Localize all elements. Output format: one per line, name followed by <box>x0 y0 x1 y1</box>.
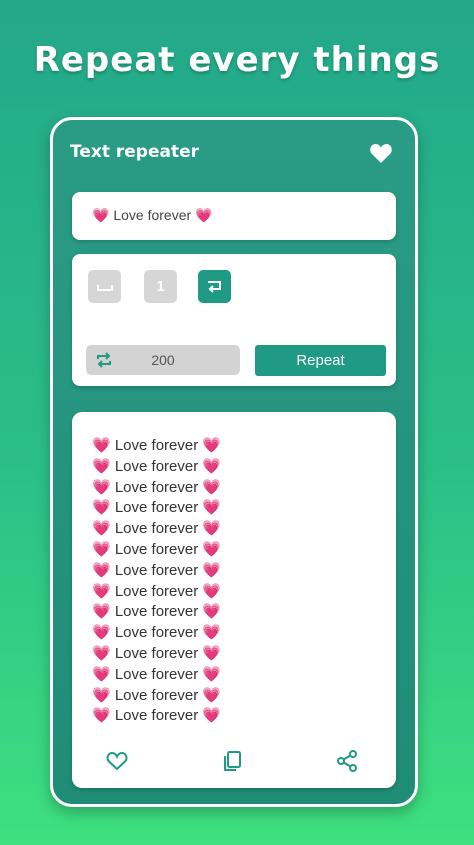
output-line: 💗 Love forever 💗 <box>92 478 222 496</box>
new-line-option-button[interactable] <box>198 270 231 303</box>
repeat-count-field[interactable]: 200 <box>86 345 240 375</box>
output-line: 💗 Love forever 💗 <box>92 437 222 454</box>
text-input[interactable]: 💗 Love forever 💗 <box>92 207 212 224</box>
output-line: 💗 Love forever 💗 <box>92 707 222 725</box>
space-bar-icon <box>96 284 113 291</box>
output-line: 💗 Love forever 💗 <box>92 686 222 704</box>
copy-button[interactable] <box>219 748 245 774</box>
repeat-button[interactable]: Repeat <box>255 345 386 376</box>
output-list: 💗 Love forever 💗 💗 Love forever 💗 💗 Love f… <box>92 436 372 727</box>
repeat-count-value[interactable]: 200 <box>86 352 240 368</box>
output-line: 💗 Love forever 💗 <box>92 540 222 558</box>
add-favorite-button[interactable] <box>104 748 130 774</box>
output-line: 💗 Love forever 💗 <box>92 561 222 579</box>
app-bar: Text repeater <box>53 120 415 182</box>
output-line: 💗 Love forever 💗 <box>92 644 222 662</box>
options-card: 1 200 Repeat <box>72 254 396 386</box>
favorites-button[interactable] <box>369 142 393 164</box>
phone-frame: Text repeater 💗 Love forever 💗 1 200 Rep… <box>50 117 418 807</box>
output-line: 💗 Love forever 💗 <box>92 499 222 517</box>
heart-outline-icon <box>106 751 128 771</box>
output-line: 💗 Love forever 💗 <box>92 665 222 683</box>
text-input-card[interactable]: 💗 Love forever 💗 <box>72 192 396 240</box>
output-card: 💗 Love forever 💗 💗 Love forever 💗 💗 Love f… <box>72 412 396 788</box>
promo-headline: Repeat every things <box>33 40 441 80</box>
number-one-icon: 1 <box>156 278 165 295</box>
output-line: 💗 Love forever 💗 <box>92 582 222 600</box>
heart-icon <box>370 144 392 163</box>
space-option-button[interactable] <box>88 270 121 303</box>
share-icon <box>337 750 357 772</box>
app-title: Text repeater <box>70 142 200 162</box>
output-line: 💗 Love forever 💗 <box>92 520 222 538</box>
output-line: 💗 Love forever 💗 <box>92 624 222 642</box>
output-line: 💗 Love forever 💗 <box>92 603 222 621</box>
copy-icon <box>224 751 241 771</box>
share-button[interactable] <box>334 748 360 774</box>
line-wrap-icon <box>207 280 221 293</box>
output-line: 💗 Love forever 💗 <box>92 457 222 475</box>
number-option-button[interactable]: 1 <box>144 270 177 303</box>
output-actions <box>72 748 396 778</box>
